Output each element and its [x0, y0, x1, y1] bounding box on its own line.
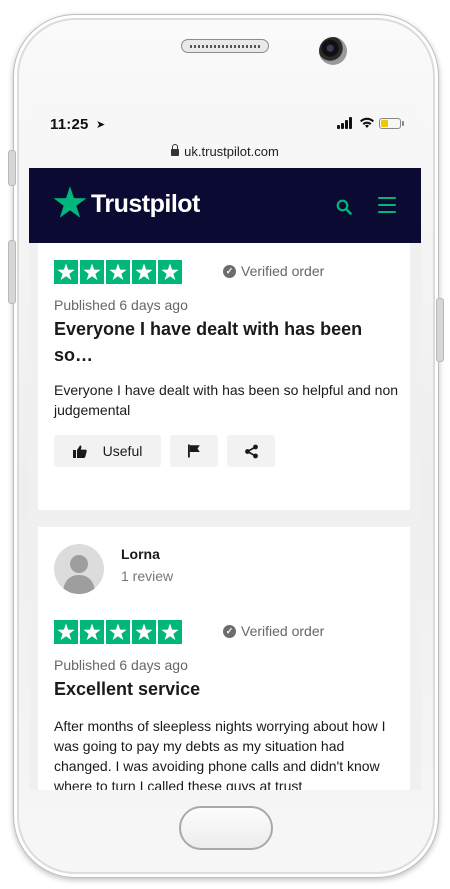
verified-label: Verified order [241, 623, 325, 639]
check-icon: ✓ [223, 264, 236, 278]
share-button[interactable] [227, 435, 275, 467]
review-body: Everyone I have dealt with has been so h… [54, 382, 399, 418]
wifi-icon [360, 117, 374, 128]
front-camera [319, 37, 347, 65]
review-title[interactable]: Excellent service [54, 676, 394, 702]
review-body: After months of sleepless nights worryin… [54, 718, 386, 790]
site-header: Trustpilot [29, 168, 421, 243]
review-feed: ✓ Verified order Published 6 days ago Eve… [29, 243, 421, 790]
user-silhouette-icon [63, 555, 95, 594]
review-actions: Useful [54, 435, 275, 467]
thumbs-up-icon [72, 445, 87, 458]
verified-badge: ✓ Verified order [223, 623, 324, 639]
star-rating [54, 620, 182, 644]
reviewer-name[interactable]: Lorna [121, 546, 160, 562]
earpiece-speaker [181, 39, 269, 53]
check-icon: ✓ [223, 624, 236, 638]
star-icon [54, 260, 78, 284]
verified-badge: ✓ Verified order [223, 263, 324, 279]
url-text: uk.trustpilot.com [184, 144, 279, 159]
battery-tip [402, 121, 404, 126]
avatar[interactable] [54, 544, 104, 594]
review-title[interactable]: Everyone I have dealt with has been so… [54, 316, 394, 368]
battery-icon [379, 118, 401, 129]
hamburger-menu-icon[interactable] [378, 197, 396, 218]
star-icon [80, 260, 104, 284]
lock-icon [171, 144, 180, 156]
star-icon [54, 620, 78, 644]
review-card: Lorna 1 review ✓ Verified order Published… [38, 527, 410, 790]
star-icon [106, 620, 130, 644]
flag-icon [188, 444, 200, 458]
published-date: Published 6 days ago [54, 657, 188, 673]
star-icon [158, 620, 182, 644]
star-rating [54, 260, 182, 284]
search-icon[interactable] [336, 199, 352, 215]
star-icon [158, 260, 182, 284]
published-date: Published 6 days ago [54, 297, 188, 313]
brand-logo[interactable]: Trustpilot [91, 190, 200, 219]
browser-url-bar[interactable]: uk.trustpilot.com [29, 140, 421, 169]
flag-button[interactable] [170, 435, 218, 467]
useful-button[interactable]: Useful [54, 435, 161, 467]
signal-icon [337, 117, 355, 129]
screen: 11:25 ➤ uk.trustpilot.com Trustpilot ✓ V… [29, 102, 421, 790]
review-count: 1 review [121, 568, 174, 584]
star-icon [106, 260, 130, 284]
location-arrow-icon: ➤ [96, 119, 106, 131]
status-time: 11:25 [50, 116, 89, 133]
share-icon [244, 444, 258, 458]
trustpilot-star-icon [53, 186, 87, 218]
home-button[interactable] [179, 806, 273, 850]
star-icon [132, 260, 156, 284]
url-display[interactable]: uk.trustpilot.com [29, 144, 421, 159]
status-bar: 11:25 ➤ [29, 102, 421, 140]
review-card: ✓ Verified order Published 6 days ago Eve… [38, 243, 410, 510]
useful-label: Useful [102, 443, 143, 459]
power-button [436, 298, 444, 362]
volume-down-button [8, 240, 16, 304]
star-icon [132, 620, 156, 644]
verified-label: Verified order [241, 263, 325, 279]
star-icon [80, 620, 104, 644]
volume-up-button [8, 150, 16, 186]
